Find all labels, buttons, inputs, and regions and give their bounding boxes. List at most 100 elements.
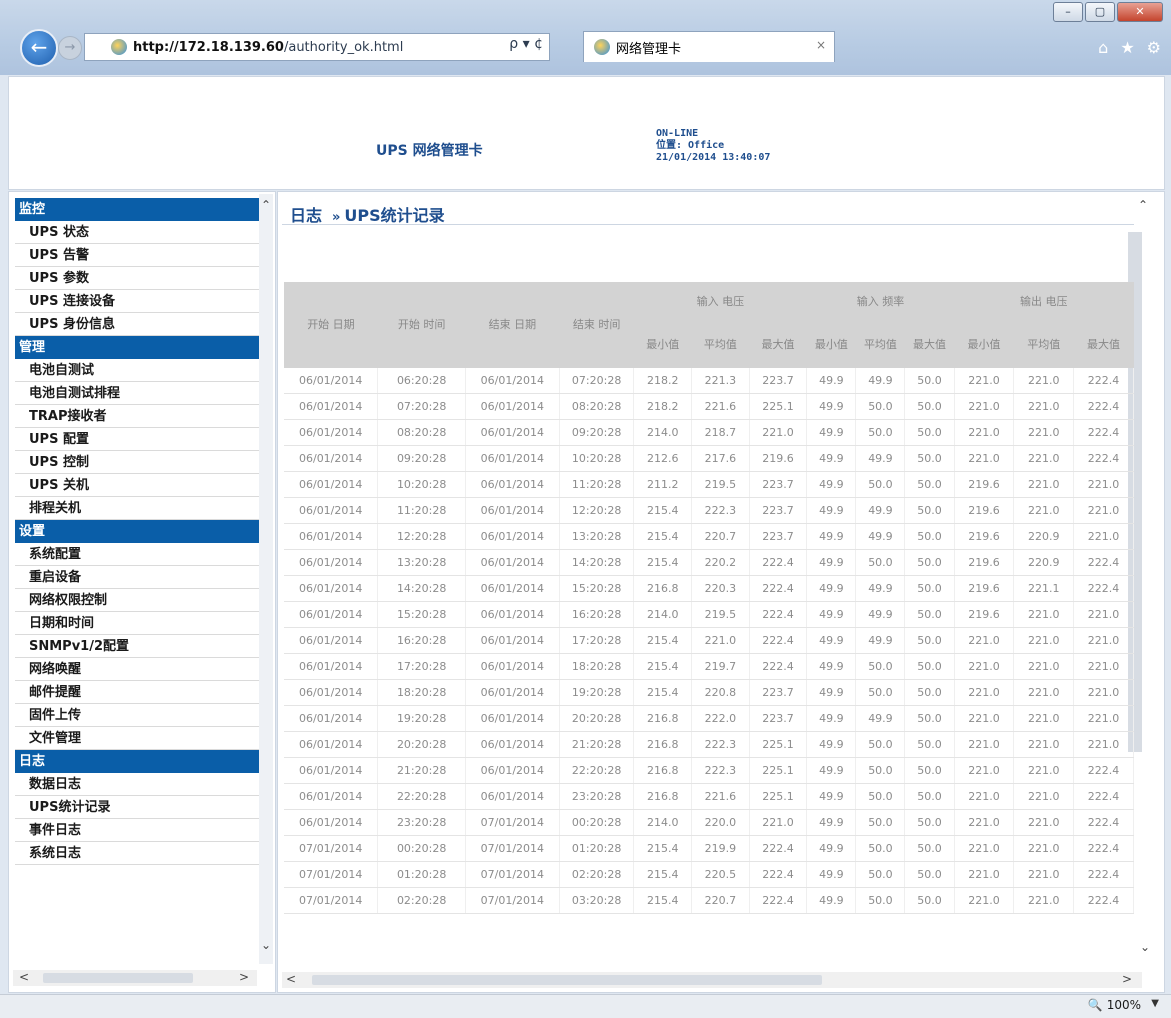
scroll-up-icon[interactable]: ⌃	[1138, 198, 1148, 212]
sidebar-item[interactable]: 日期和时间	[15, 612, 265, 635]
sidebar-item[interactable]: 重启设备	[15, 566, 265, 589]
sidebar-item[interactable]: 系统日志	[15, 842, 265, 865]
ups-datetime: 21/01/2014 13:40:07	[656, 152, 771, 163]
scroll-left-icon[interactable]: <	[19, 970, 29, 984]
sidebar-section-header[interactable]: 日志	[15, 750, 265, 773]
sidebar-item[interactable]: UPS 状态	[15, 221, 265, 244]
sidebar-item[interactable]: 网络唤醒	[15, 658, 265, 681]
table-cell: 06/01/2014	[284, 679, 379, 706]
table-cell: 222.4	[749, 601, 808, 628]
scroll-right-icon[interactable]: >	[239, 970, 249, 984]
table-cell: 06/01/2014	[284, 601, 379, 628]
table-cell: 22:20:28	[559, 757, 635, 784]
table-cell: 49.9	[806, 679, 857, 706]
table-cell: 221.0	[954, 757, 1015, 784]
sidebar-item[interactable]: 网络权限控制	[15, 589, 265, 612]
breadcrumb-root[interactable]: 日志	[290, 206, 322, 225]
table-cell: 215.4	[633, 627, 693, 654]
table-cell: 221.0	[1013, 783, 1075, 810]
table-cell: 06/01/2014	[284, 368, 379, 394]
maximize-button[interactable]: ▢	[1085, 2, 1115, 22]
table-cell: 225.1	[749, 757, 808, 784]
tab-close-icon[interactable]: ×	[816, 38, 826, 52]
table-row: 06/01/2014 17:20:28 06/01/2014 18:20:28 215.…	[284, 653, 1134, 680]
scroll-thumb[interactable]	[312, 975, 822, 985]
browser-tab[interactable]: 网络管理卡 ×	[583, 31, 835, 62]
search-refresh-icon[interactable]: ρ ▾ ¢	[509, 36, 543, 52]
table-cell: 216.8	[633, 757, 693, 784]
sidebar-item[interactable]: TRAP接收者	[15, 405, 265, 428]
sidebar-section-header[interactable]: 设置	[15, 520, 265, 543]
table-cell: 49.9	[806, 809, 857, 836]
col-start-time: 开始 时间	[377, 282, 466, 368]
table-cell: 49.9	[806, 523, 857, 550]
sidebar-item[interactable]: UPS 连接设备	[15, 290, 265, 313]
table-cell: 219.6	[954, 471, 1015, 498]
sidebar-item[interactable]: 排程关机	[15, 497, 265, 520]
table-cell: 49.9	[806, 601, 857, 628]
table-cell: 12:20:28	[377, 523, 466, 550]
scroll-thumb[interactable]	[43, 973, 193, 983]
sidebar-item[interactable]: UPS 身份信息	[15, 313, 265, 336]
sidebar-item[interactable]: 电池自测试排程	[15, 382, 265, 405]
url-text[interactable]: http://172.18.139.60/authority_ok.html	[133, 40, 403, 55]
sidebar-item[interactable]: UPS 配置	[15, 428, 265, 451]
table-cell: 219.6	[954, 601, 1015, 628]
table-cell: 08:20:28	[377, 419, 466, 446]
table-cell: 222.4	[1073, 549, 1134, 576]
sidebar-item[interactable]: 事件日志	[15, 819, 265, 842]
sidebar-item[interactable]: SNMPv1/2配置	[15, 635, 265, 658]
scroll-right-icon[interactable]: >	[1122, 972, 1132, 986]
table-cell: 214.0	[633, 809, 693, 836]
scroll-up-icon[interactable]: ⌃	[259, 198, 273, 212]
sidebar-item[interactable]: 文件管理	[15, 727, 265, 750]
table-cell: 215.4	[633, 653, 693, 680]
table-cell: 218.2	[633, 393, 693, 420]
table-cell: 214.0	[633, 601, 693, 628]
table-cell: 221.3	[691, 368, 750, 394]
sidebar-section-header[interactable]: 管理	[15, 336, 265, 359]
sidebar-item[interactable]: UPS统计记录	[15, 796, 265, 819]
minimize-button[interactable]: –	[1053, 2, 1083, 22]
zoom-level[interactable]: 🔍 100%	[1088, 998, 1141, 1012]
table-cell: 23:20:28	[559, 783, 635, 810]
table-cell: 50.0	[904, 861, 955, 888]
close-button[interactable]: ✕	[1117, 2, 1163, 22]
sidebar-item[interactable]: 系统配置	[15, 543, 265, 566]
sidebar-vertical-scrollbar[interactable]	[259, 194, 273, 964]
table-cell: 221.0	[954, 627, 1015, 654]
sidebar-horizontal-scrollbar[interactable]: < >	[13, 970, 257, 986]
sidebar-item[interactable]: UPS 参数	[15, 267, 265, 290]
table-cell: 20:20:28	[559, 705, 635, 732]
home-icon[interactable]: ⌂	[1098, 38, 1108, 57]
address-bar[interactable]: http://172.18.139.60/authority_ok.html ρ…	[84, 33, 550, 61]
table-cell: 221.0	[954, 445, 1015, 472]
sidebar-item[interactable]: 电池自测试	[15, 359, 265, 382]
sidebar-item[interactable]: 邮件提醒	[15, 681, 265, 704]
table-cell: 222.4	[749, 627, 808, 654]
table-cell: 49.9	[855, 575, 906, 602]
table-row: 06/01/2014 14:20:28 06/01/2014 15:20:28 216.…	[284, 575, 1134, 602]
table-cell: 50.0	[904, 757, 955, 784]
table-cell: 19:20:28	[377, 705, 466, 732]
forward-button[interactable]: →	[58, 36, 82, 60]
sidebar-section-header[interactable]: 监控	[15, 198, 265, 221]
back-button[interactable]: ←	[20, 29, 58, 67]
sidebar-item[interactable]: UPS 控制	[15, 451, 265, 474]
table-cell: 222.4	[749, 575, 808, 602]
table-cell: 217.6	[691, 445, 750, 472]
sidebar-item[interactable]: UPS 关机	[15, 474, 265, 497]
table-cell: 223.7	[749, 471, 808, 498]
table-cell: 08:20:28	[559, 393, 635, 420]
gear-icon[interactable]: ⚙	[1147, 38, 1161, 57]
sidebar-item[interactable]: UPS 告警	[15, 244, 265, 267]
sidebar-item[interactable]: 数据日志	[15, 773, 265, 796]
content-horizontal-scrollbar[interactable]	[282, 972, 1142, 988]
star-icon[interactable]: ★	[1120, 38, 1134, 57]
scroll-down-icon[interactable]: ⌄	[259, 938, 273, 952]
table-cell: 09:20:28	[559, 419, 635, 446]
scroll-down-icon[interactable]: ⌄	[1140, 940, 1150, 954]
scroll-left-icon[interactable]: <	[286, 972, 296, 986]
sidebar-item[interactable]: 固件上传	[15, 704, 265, 727]
chevron-down-icon[interactable]: ▼	[1151, 998, 1159, 1009]
